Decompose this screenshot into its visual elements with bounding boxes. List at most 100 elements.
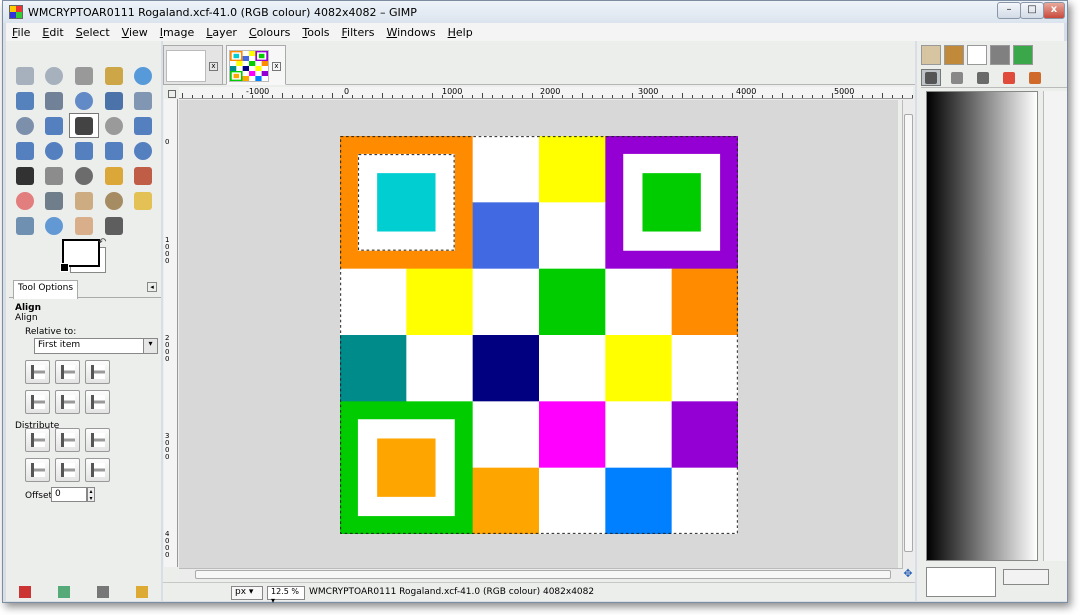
tool-airbrush[interactable] <box>40 188 70 213</box>
dock-subtab[interactable] <box>973 69 993 86</box>
tool-blend[interactable] <box>69 163 99 188</box>
menu-view[interactable]: View <box>116 26 154 39</box>
menu-colours[interactable]: Colours <box>243 26 296 39</box>
dock-subtab[interactable] <box>999 69 1019 86</box>
close-tab-icon[interactable]: x <box>272 62 281 71</box>
tool-perspective[interactable] <box>69 138 99 163</box>
menu-file[interactable]: File <box>6 26 36 39</box>
tool-crop[interactable] <box>99 113 129 138</box>
tool-shear[interactable] <box>40 138 70 163</box>
unit-select[interactable]: px ▾ <box>231 586 263 600</box>
tool-clone[interactable] <box>99 188 129 213</box>
tool-fuzzy-select[interactable] <box>99 63 129 88</box>
zoom-select[interactable]: 12.5 % ▾ <box>267 586 305 605</box>
palettes-tab-icon[interactable] <box>1013 45 1033 65</box>
gradients-tab-icon[interactable] <box>990 45 1010 65</box>
navigate-icon[interactable]: ✥ <box>902 568 914 580</box>
canvas[interactable] <box>179 100 898 569</box>
tool-align[interactable] <box>69 113 99 138</box>
vertical-ruler[interactable]: 0 1000 2000 3000 4000 <box>164 99 178 567</box>
dock-bottom-button[interactable] <box>1003 569 1049 585</box>
menu-image[interactable]: Image <box>154 26 200 39</box>
tool-rect-select[interactable] <box>10 63 40 88</box>
tool-paintbrush[interactable] <box>128 163 158 188</box>
reset-colors-icon[interactable] <box>60 263 69 272</box>
image-tab-blank[interactable]: x <box>163 45 223 85</box>
vertical-scrollbar[interactable] <box>902 100 914 569</box>
image-content[interactable] <box>340 136 738 534</box>
tool-scissors[interactable] <box>10 88 40 113</box>
menu-edit[interactable]: Edit <box>36 26 69 39</box>
minimize-button[interactable]: – <box>997 2 1021 19</box>
tool-text[interactable] <box>10 163 40 188</box>
tool-smudge[interactable] <box>69 213 99 238</box>
delete-options-icon[interactable] <box>96 586 109 598</box>
tool-foreground-select[interactable] <box>40 88 70 113</box>
distribute-bottom-button[interactable] <box>85 458 110 482</box>
menu-help[interactable]: Help <box>442 26 479 39</box>
pattern-tab-icon[interactable] <box>921 45 941 65</box>
distribute-left-button[interactable] <box>25 428 50 452</box>
save-options-icon[interactable] <box>19 586 32 598</box>
tab-tool-options[interactable]: Tool Options <box>13 280 79 299</box>
tool-heal[interactable] <box>128 188 158 213</box>
tool-color-picker[interactable] <box>99 88 129 113</box>
brushes-tab-icon[interactable] <box>944 45 964 65</box>
tool-ellipse-select[interactable] <box>40 63 70 88</box>
chevron-down-icon[interactable]: ▾ <box>143 339 157 353</box>
dock-subtab[interactable] <box>947 69 967 86</box>
tool-measure[interactable] <box>10 113 40 138</box>
tool-ink[interactable] <box>69 188 99 213</box>
swap-colors-icon[interactable]: ↶ <box>98 237 106 248</box>
horizontal-ruler[interactable]: -1000 0 1000 2000 3000 4000 5000 <box>179 87 913 99</box>
distribute-right-button[interactable] <box>85 428 110 452</box>
tool-dodge-burn[interactable] <box>99 213 129 238</box>
dock-bottom-field[interactable] <box>926 567 996 597</box>
close-button[interactable]: x <box>1043 2 1065 19</box>
tool-perspective-clone[interactable] <box>10 213 40 238</box>
fg-bg-colors[interactable]: ↶ <box>60 237 108 275</box>
align-left-button[interactable] <box>25 360 50 384</box>
close-tab-icon[interactable]: x <box>209 62 218 71</box>
tool-flip[interactable] <box>99 138 129 163</box>
distribute-top-button[interactable] <box>25 458 50 482</box>
distribute-middle-button[interactable] <box>55 458 80 482</box>
tool-color-select[interactable] <box>128 63 158 88</box>
tool-blur[interactable] <box>40 213 70 238</box>
gradient-preview[interactable] <box>926 91 1038 561</box>
tool-paths[interactable] <box>69 88 99 113</box>
tool-zoom[interactable] <box>128 88 158 113</box>
align-top-button[interactable] <box>25 390 50 414</box>
align-center-button[interactable] <box>55 360 80 384</box>
tool-scale[interactable] <box>10 138 40 163</box>
image-tab-active[interactable]: x <box>226 45 286 85</box>
align-bottom-button[interactable] <box>85 390 110 414</box>
dock-subtab[interactable] <box>1025 69 1045 86</box>
tool-pencil[interactable] <box>99 163 129 188</box>
tab-menu-icon[interactable]: ◂ <box>147 282 157 292</box>
menu-layer[interactable]: Layer <box>200 26 243 39</box>
horizontal-scroll-thumb[interactable] <box>195 570 891 579</box>
align-right-button[interactable] <box>85 360 110 384</box>
tool-move[interactable] <box>40 113 70 138</box>
fonts-tab-icon[interactable] <box>967 45 987 65</box>
menu-tools[interactable]: Tools <box>296 26 335 39</box>
distribute-center-button[interactable] <box>55 428 80 452</box>
horizontal-scrollbar[interactable] <box>179 568 902 580</box>
restore-options-icon[interactable] <box>58 586 71 598</box>
tool-rotate[interactable] <box>128 113 158 138</box>
tool-bucket-fill[interactable] <box>40 163 70 188</box>
menu-windows[interactable]: Windows <box>380 26 441 39</box>
menu-select[interactable]: Select <box>70 26 116 39</box>
align-middle-button[interactable] <box>55 390 80 414</box>
ruler-corner[interactable] <box>168 90 176 98</box>
dock-subtab[interactable] <box>921 69 941 86</box>
offset-input[interactable]: 0 <box>51 487 87 502</box>
tool-free-select[interactable] <box>69 63 99 88</box>
tool-eraser[interactable] <box>10 188 40 213</box>
vertical-scroll-thumb[interactable] <box>904 114 913 552</box>
relative-to-select[interactable]: First item ▾ <box>34 338 158 354</box>
offset-spinner[interactable]: ▴ ▾ <box>87 487 95 502</box>
maximize-button[interactable]: □ <box>1020 2 1044 19</box>
reset-options-icon[interactable] <box>135 586 148 598</box>
